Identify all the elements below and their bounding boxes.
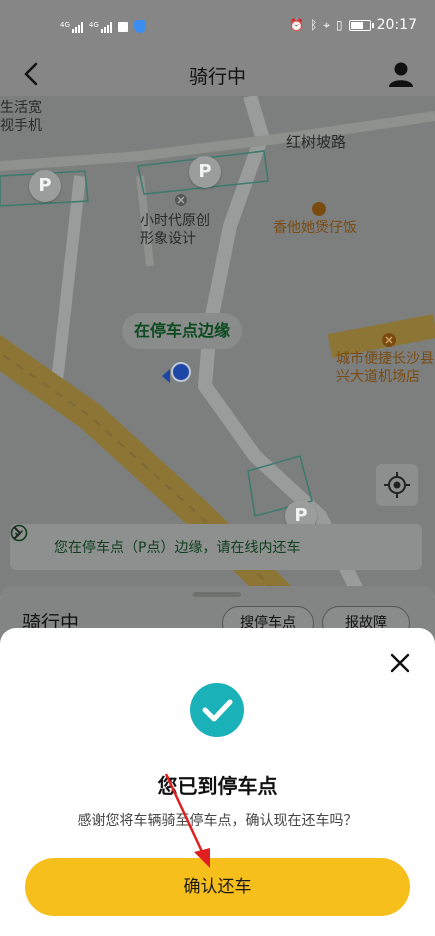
close-button[interactable] — [387, 650, 413, 676]
close-icon — [390, 653, 410, 673]
map-view[interactable]: 生活宽 视手机 红树坡路 小时代原创 形象设计 香他她煲仔饭 城市便捷长沙县 兴… — [0, 96, 435, 596]
annotation-arrow-icon — [164, 773, 210, 868]
location-icon: ⌖ — [323, 18, 331, 32]
map-label-top-left-1: 生活宽 — [0, 100, 42, 116]
parking-tip-bar[interactable]: 您在停车点（P点）边缘，请在线内还车 — [10, 524, 422, 570]
vibrate-icon: ▯ — [336, 18, 343, 32]
map-label-restaurant: 香他她煲仔饭 — [273, 220, 357, 236]
battery-icon — [348, 19, 374, 31]
parking-edge-bubble: 在停车点边缘 — [122, 313, 242, 349]
user-icon — [389, 62, 413, 87]
parking-marker-2[interactable]: P — [189, 156, 221, 188]
chevron-right-icon — [13, 526, 22, 540]
locate-button[interactable] — [376, 464, 418, 506]
map-label-road: 红树坡路 — [286, 133, 347, 151]
status-left-icons: 4G 4G — [60, 20, 146, 33]
map-label-market: 城市便捷长沙县 兴大道机场店 — [336, 351, 434, 385]
notification-icon — [117, 21, 128, 32]
signal-icon-2: 4G — [89, 21, 112, 33]
success-check-icon — [190, 683, 244, 737]
status-right-icons: ⏰ ᛒ ⌖ ▯ 20:17 — [289, 18, 417, 32]
alarm-icon: ⏰ — [289, 18, 305, 32]
page-title: 骑行中 — [188, 66, 246, 88]
status-time: 20:17 — [376, 17, 417, 33]
panel-drag-handle[interactable] — [193, 592, 241, 597]
user-button[interactable] — [383, 56, 419, 92]
status-bar: 4G 4G ⏰ ᛒ ⌖ ▯ 20:17 — [0, 0, 435, 52]
shield-icon — [133, 20, 146, 33]
nav-bar: 骑行中 — [0, 52, 435, 96]
bluetooth-icon: ᛒ — [310, 18, 318, 32]
map-label-top-left-2: 视手机 — [0, 118, 42, 134]
map-label-design-shop: 小时代原创 形象设计 — [140, 213, 210, 247]
parking-tip-text: 您在停车点（P点）边缘，请在线内还车 — [54, 540, 301, 556]
parking-marker-1[interactable]: P — [29, 170, 61, 202]
crosshair-icon — [384, 472, 410, 498]
signal-icon: 4G — [60, 21, 83, 33]
